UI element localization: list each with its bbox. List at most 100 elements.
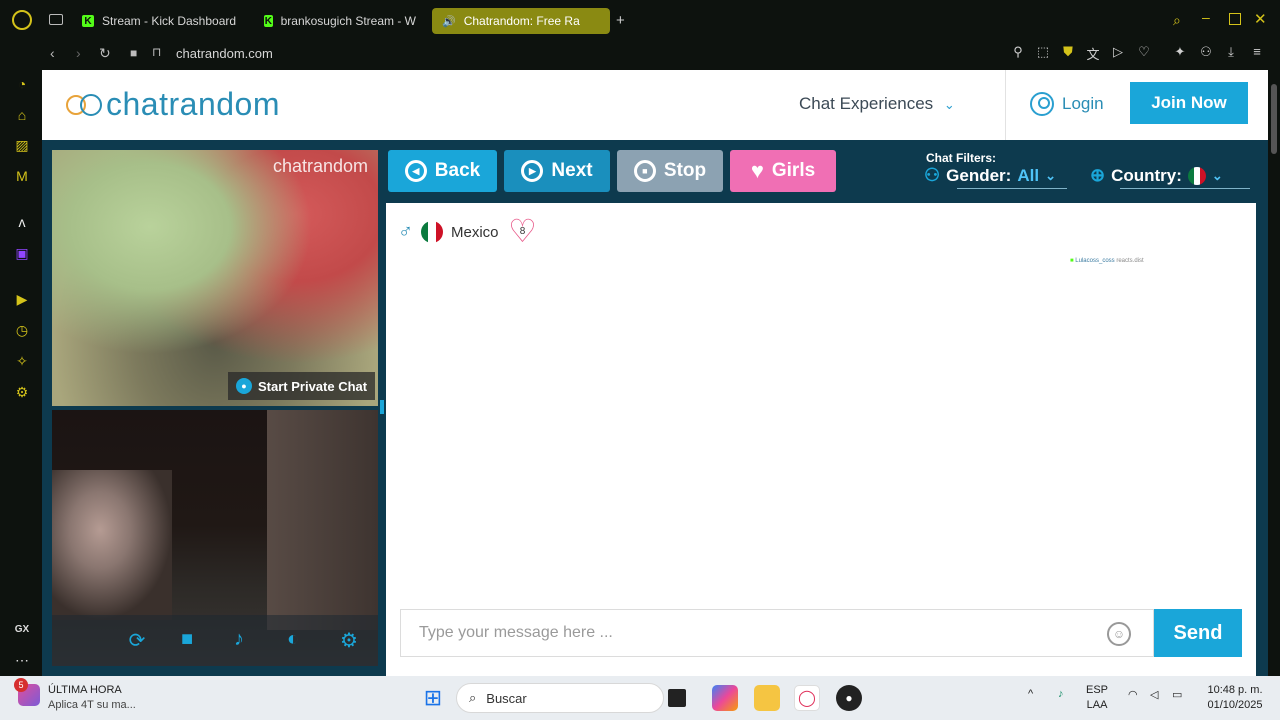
file-explorer-icon[interactable] xyxy=(754,685,780,711)
download-icon[interactable]: ⤓ xyxy=(1223,44,1239,60)
scrollbar-thumb[interactable] xyxy=(1271,84,1277,154)
login-button[interactable]: Login xyxy=(1030,92,1104,116)
copilot-icon[interactable] xyxy=(712,685,738,711)
chatrandom-logo[interactable]: chatrandom xyxy=(66,86,280,123)
browser-sidebar: ◔ ⌂ ▨ M ᴧ ▣ ▶ ◷ ✧ ⚙ GX ⋯ xyxy=(0,70,42,676)
back-arrow-icon: ◀ xyxy=(404,160,427,182)
lang-bottom: LAA xyxy=(1086,699,1108,711)
url-text[interactable]: chatrandom.com xyxy=(176,46,273,61)
start-private-chat-button[interactable]: ● Start Private Chat xyxy=(228,372,376,400)
task-view-icon[interactable] xyxy=(668,689,686,707)
mexico-flag-icon xyxy=(421,221,443,243)
girls-label: Girls xyxy=(771,160,816,181)
tab-kick-dashboard[interactable]: K Stream - Kick Dashboard xyxy=(72,8,248,34)
kick-app-icon[interactable]: ᴧ xyxy=(13,214,31,232)
girls-button[interactable]: ♥ Girls xyxy=(730,150,836,192)
gx-corner-icon[interactable]: ⌂ xyxy=(13,107,31,125)
settings-gear-icon[interactable]: ⚙ xyxy=(336,628,362,654)
lock-icon: ● xyxy=(236,378,252,394)
reaction-message: ■ Lulacoss_coss reacts.dist xyxy=(1070,258,1144,264)
opera-logo-icon[interactable] xyxy=(12,10,32,30)
mask-icon[interactable]: ◐ xyxy=(280,628,306,654)
maximize-icon[interactable] xyxy=(1229,13,1241,25)
clock[interactable]: 10:48 p. m. 01/10/2025 xyxy=(1200,684,1270,711)
tab-branko-stream[interactable]: K brankosugich Stream - W xyxy=(254,8,426,34)
logo-text: chatrandom xyxy=(106,86,280,122)
tray-chevron-icon[interactable]: ^ xyxy=(1028,688,1033,700)
obs-icon[interactable]: ● xyxy=(836,685,862,711)
country-label: Country: xyxy=(1111,165,1182,185)
heart-count-icon[interactable]: ♡ 8 xyxy=(507,215,539,247)
male-icon: ♂ xyxy=(398,220,413,243)
music-icon[interactable]: M xyxy=(13,168,31,186)
menu-icon[interactable]: ≡ xyxy=(1249,44,1265,59)
tab-manager-icon[interactable] xyxy=(49,14,63,25)
windows-start-icon[interactable]: ⊞ xyxy=(420,685,446,711)
volume-icon[interactable]: ◁ xyxy=(1150,688,1158,701)
gx-label[interactable]: GX xyxy=(13,624,31,642)
microphone-tray-icon[interactable]: ♪ xyxy=(1058,688,1064,700)
profile-icon[interactable]: ⚇ xyxy=(1198,44,1214,60)
stop-button[interactable]: ■ Stop xyxy=(617,150,723,192)
video-camera-icon[interactable]: ■ xyxy=(174,628,200,654)
send-button[interactable]: Send xyxy=(1154,609,1242,657)
extensions-icon[interactable]: ✦ xyxy=(1172,44,1188,60)
reload-icon[interactable]: ↻ xyxy=(99,45,111,62)
close-icon[interactable]: ✕ xyxy=(1254,10,1267,28)
opera-gx-icon[interactable]: ◯ xyxy=(794,685,820,711)
partner-video: chatrandom ● Start Private Chat xyxy=(52,150,378,406)
emoji-icon[interactable]: ☺ xyxy=(1107,622,1131,646)
login-label: Login xyxy=(1062,94,1104,113)
back-arrow-icon[interactable]: ‹ xyxy=(50,45,55,61)
twitch-icon[interactable]: ▣ xyxy=(13,245,31,263)
resize-handle[interactable] xyxy=(380,400,384,414)
chat-filters-label: Chat Filters: xyxy=(926,151,997,165)
history-icon[interactable]: ◷ xyxy=(13,322,31,340)
forward-arrow-icon[interactable]: › xyxy=(76,45,81,61)
wifi-icon[interactable]: ◠ xyxy=(1128,688,1138,701)
snapshot-icon[interactable]: ⬚ xyxy=(1035,44,1051,60)
extensions-sidebar-icon[interactable]: ✧ xyxy=(13,353,31,371)
kick-icon: ■ xyxy=(1070,258,1074,264)
heart-icon: ♥ xyxy=(750,158,764,183)
switch-camera-icon[interactable]: ⟳ xyxy=(124,628,150,654)
play-icon[interactable]: ▷ xyxy=(1110,44,1126,60)
tab-chatrandom[interactable]: 🔊 Chatrandom: Free Ra xyxy=(432,8,610,34)
kick-icon: K xyxy=(264,15,273,27)
country-filter[interactable]: ⊕ Country: ⌄ xyxy=(1090,165,1223,186)
message-box: ☺ xyxy=(400,609,1154,657)
lock-icon[interactable]: ⊓ xyxy=(152,45,161,59)
new-tab-button[interactable]: + xyxy=(616,12,625,29)
news-title: ÚLTIMA HORA xyxy=(48,684,122,696)
search-tabs-icon[interactable]: ⌕ xyxy=(1173,12,1181,29)
microphone-icon[interactable]: ♪ xyxy=(226,628,252,654)
settings-icon[interactable]: ⚙ xyxy=(13,384,31,402)
logo-bubble-icon xyxy=(80,93,102,116)
news-text: ÚLTIMA HORA Aplica 4T su ma... xyxy=(48,684,136,711)
speed-dial-icon[interactable]: ◔ xyxy=(13,76,31,94)
minimize-icon[interactable]: – xyxy=(1202,9,1210,25)
gender-label: Gender: xyxy=(946,165,1012,185)
message-input[interactable] xyxy=(401,610,1101,656)
taskbar-search[interactable]: ⌕ Buscar xyxy=(456,683,664,713)
chevron-down-icon: ⌄ xyxy=(943,97,955,112)
chevron-down-icon: ⌄ xyxy=(1045,167,1056,183)
chat-experiences-menu[interactable]: Chat Experiences ⌄ xyxy=(799,94,955,114)
gender-filter[interactable]: ⚇ Gender: All ⌄ xyxy=(924,165,1056,186)
shield-icon[interactable]: ⛊ xyxy=(1060,44,1076,60)
news-widget[interactable]: 5 ÚLTIMA HORA Aplica 4T su ma... xyxy=(14,678,136,711)
news-subtitle: Aplica 4T su ma... xyxy=(48,699,136,711)
next-button[interactable]: ▶ Next xyxy=(504,150,610,192)
more-icon[interactable]: ⋯ xyxy=(13,652,31,670)
battery-icon[interactable]: ▭ xyxy=(1172,688,1182,701)
page-scrollbar[interactable] xyxy=(1268,70,1280,676)
language-indicator[interactable]: ESP LAA xyxy=(1086,684,1108,711)
back-button[interactable]: ◀ Back xyxy=(388,150,497,192)
player-icon[interactable]: ▶ xyxy=(13,291,31,309)
join-now-button[interactable]: Join Now xyxy=(1130,82,1248,124)
translate-icon[interactable]: 文 xyxy=(1085,44,1101,63)
next-label: Next xyxy=(551,160,593,181)
heart-icon[interactable]: ♡ xyxy=(1136,44,1152,60)
gx-control-icon[interactable]: ▨ xyxy=(13,137,31,155)
pin-icon[interactable]: ⚲ xyxy=(1010,44,1026,60)
